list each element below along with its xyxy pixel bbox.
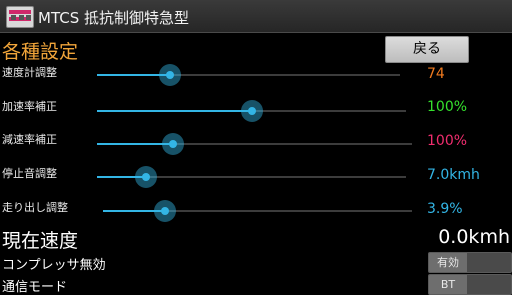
acceleration-correction-value: 100%: [427, 99, 468, 115]
start-adjust-slider[interactable]: [103, 200, 412, 222]
compressor-toggle-label: 有効: [437, 256, 459, 269]
slider-thumb[interactable]: [158, 64, 181, 86]
comm-mode-label: 通信モード: [2, 280, 68, 295]
compressor-toggle-button[interactable]: 有効: [428, 252, 512, 273]
slider-thumb[interactable]: [135, 166, 158, 188]
acceleration-correction-slider[interactable]: [97, 100, 406, 122]
slider-thumb[interactable]: [153, 200, 176, 222]
current-speed-label: 現在速度: [2, 230, 79, 252]
speedometer-adjust-slider[interactable]: [97, 64, 400, 86]
train-icon: [6, 6, 34, 28]
slider-fill: [97, 110, 252, 112]
title-bar: MTCS 抵抗制御特急型: [0, 0, 512, 33]
stop-sound-adjust-value: 7.0kmh: [427, 167, 480, 183]
comm-mode-toggle-label: BT: [440, 278, 456, 291]
settings-title: 各種設定: [2, 41, 79, 63]
stop-sound-adjust-label: 停止音調整: [2, 167, 57, 180]
start-adjust-label: 走り出し調整: [2, 201, 68, 214]
comm-mode-toggle-button[interactable]: BT: [428, 274, 512, 295]
start-adjust-value: 3.9%: [427, 201, 463, 217]
deceleration-correction-slider[interactable]: [97, 133, 412, 155]
slider-thumb[interactable]: [240, 100, 263, 122]
deceleration-correction-value: 100%: [427, 133, 468, 149]
acceleration-correction-label: 加速率補正: [2, 100, 57, 113]
current-speed-value: 0.0kmh: [438, 226, 510, 248]
stop-sound-adjust-slider[interactable]: [97, 166, 406, 188]
deceleration-correction-label: 減速率補正: [2, 133, 57, 146]
compressor-label: コンプレッサ無効: [2, 258, 106, 273]
app-title: MTCS 抵抗制御特急型: [38, 9, 189, 27]
speedometer-adjust-label: 速度計調整: [2, 66, 57, 79]
back-button[interactable]: 戻る: [385, 36, 469, 63]
slider-thumb[interactable]: [161, 133, 184, 155]
speedometer-adjust-value: 74: [427, 66, 445, 82]
